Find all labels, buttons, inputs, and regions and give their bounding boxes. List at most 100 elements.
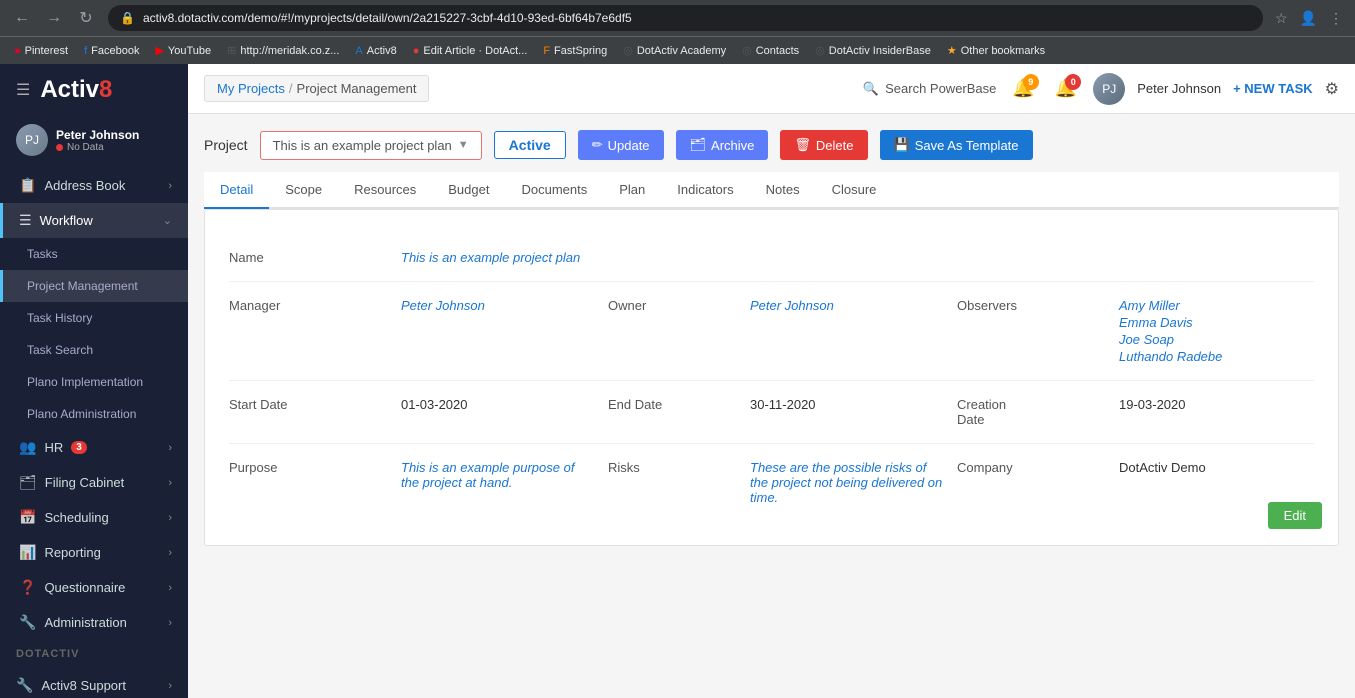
- tabs-bar: Detail Scope Resources Budget Documents …: [204, 172, 1339, 209]
- edit-button[interactable]: Edit: [1268, 502, 1322, 529]
- forward-button[interactable]: →: [40, 4, 68, 32]
- sidebar-item-plano-administration[interactable]: Plano Administration: [0, 398, 188, 430]
- tab-plan[interactable]: Plan: [603, 172, 661, 209]
- bookmarks-bar: ● Pinterest f Facebook ▶ YouTube ⊞ http:…: [0, 36, 1355, 64]
- tab-resources[interactable]: Resources: [338, 172, 432, 209]
- user-status: No Data: [56, 142, 139, 153]
- end-date-value: 30-11-2020: [750, 397, 945, 412]
- tab-closure[interactable]: Closure: [816, 172, 893, 209]
- bookmark-activ8[interactable]: A Activ8: [349, 43, 402, 59]
- delete-icon: 🗑: [794, 137, 811, 153]
- start-date-label: Start Date: [229, 397, 389, 412]
- sidebar-item-project-management[interactable]: Project Management: [0, 270, 188, 302]
- project-label: Project: [204, 137, 248, 153]
- url-text: activ8.dotactiv.com/demo/#!/myprojects/d…: [143, 11, 632, 25]
- detail-row-purpose: Purpose This is an example purpose of th…: [229, 444, 1314, 521]
- filing-cabinet-icon: 🗂: [19, 474, 37, 491]
- scheduling-icon: 📅: [19, 509, 36, 526]
- sidebar-item-workflow[interactable]: ☰ Workflow ⌄: [0, 203, 188, 238]
- main-content: My Projects / Project Management 🔍 Searc…: [188, 64, 1355, 698]
- status-dot: [56, 144, 63, 151]
- sidebar-item-filing-cabinet[interactable]: 🗂 Filing Cabinet ›: [0, 465, 188, 500]
- tab-documents[interactable]: Documents: [505, 172, 603, 209]
- browser-nav: ← → ↻: [8, 4, 100, 32]
- notif-count-2: 0: [1065, 74, 1081, 90]
- bookmark-insiderbase[interactable]: ◎ DotActiv InsiderBase: [809, 42, 937, 59]
- bookmark-meridak[interactable]: ⊞ http://meridak.co.z...: [221, 42, 345, 59]
- sidebar-item-questionnaire[interactable]: ❓ Questionnaire ›: [0, 570, 188, 605]
- sidebar-item-task-history[interactable]: Task History: [0, 302, 188, 334]
- settings-icon[interactable]: ⚙: [1325, 79, 1339, 99]
- sidebar-item-plano-implementation[interactable]: Plano Implementation: [0, 366, 188, 398]
- sidebar-item-hr[interactable]: 👥 HR 3 ›: [0, 430, 188, 465]
- update-button[interactable]: ✏ Update: [578, 130, 664, 160]
- sidebar-item-scheduling[interactable]: 📅 Scheduling ›: [0, 500, 188, 535]
- manager-label: Manager: [229, 298, 389, 313]
- project-header: Project This is an example project plan …: [204, 130, 1339, 160]
- owner-value: Peter Johnson: [750, 298, 945, 313]
- archive-button[interactable]: 🗂 Archive: [676, 130, 769, 160]
- end-date-label: End Date: [608, 397, 738, 412]
- chevron-down-icon: ⌄: [163, 214, 172, 227]
- risks-label: Risks: [608, 460, 738, 475]
- tab-budget[interactable]: Budget: [432, 172, 505, 209]
- delete-button[interactable]: 🗑 Delete: [780, 130, 867, 160]
- tab-detail[interactable]: Detail: [204, 172, 269, 209]
- sidebar-item-administration[interactable]: 🔧 Administration ›: [0, 605, 188, 640]
- detail-card: Name This is an example project plan Man…: [204, 209, 1339, 546]
- bookmark-pinterest[interactable]: ● Pinterest: [8, 43, 74, 59]
- reload-button[interactable]: ↻: [72, 4, 100, 32]
- bookmark-dotactiv-academy[interactable]: ◎ DotActiv Academy: [617, 42, 732, 59]
- back-button[interactable]: ←: [8, 4, 36, 32]
- observer-4: Luthando Radebe: [1119, 349, 1314, 364]
- star-icon[interactable]: ☆: [1271, 6, 1292, 31]
- sidebar-item-tasks[interactable]: Tasks: [0, 238, 188, 270]
- lock-icon: 🔒: [120, 11, 135, 25]
- browser-chrome: ← → ↻ 🔒 activ8.dotactiv.com/demo/#!/mypr…: [0, 0, 1355, 36]
- sidebar: ☰ Activ8 PJ Peter Johnson No Data 📋: [0, 64, 188, 698]
- risks-value: These are the possible risks of the proj…: [750, 460, 945, 505]
- manager-value: Peter Johnson: [401, 298, 596, 313]
- sidebar-nav: 📋 Address Book › ☰ Workflow ⌄ Tasks Proj…: [0, 168, 188, 640]
- browser-right: ☆ 👤 ⋮: [1271, 6, 1347, 31]
- questionnaire-icon: ❓: [19, 579, 36, 596]
- name-value: This is an example project plan: [401, 250, 580, 265]
- chevron-right-icon2: ›: [168, 477, 172, 489]
- new-task-button[interactable]: + NEW TASK: [1233, 81, 1313, 96]
- search-powerbase[interactable]: 🔍 Search PowerBase: [863, 81, 996, 97]
- hamburger-icon[interactable]: ☰: [16, 80, 30, 100]
- menu-dots-icon[interactable]: ⋮: [1325, 6, 1347, 31]
- tab-notes[interactable]: Notes: [750, 172, 816, 209]
- owner-label: Owner: [608, 298, 738, 313]
- avatar: PJ: [16, 124, 48, 156]
- sidebar-item-address-book[interactable]: 📋 Address Book ›: [0, 168, 188, 203]
- sidebar-item-activ8-support[interactable]: 🔧 Activ8 Support ›: [0, 668, 188, 698]
- profile-icon[interactable]: 👤: [1296, 6, 1321, 31]
- project-dropdown[interactable]: This is an example project plan ▼: [260, 131, 482, 160]
- dropdown-value: This is an example project plan: [273, 138, 452, 153]
- bookmark-facebook[interactable]: f Facebook: [78, 43, 145, 59]
- sidebar-item-task-search[interactable]: Task Search: [0, 334, 188, 366]
- address-bar[interactable]: 🔒 activ8.dotactiv.com/demo/#!/myprojects…: [108, 5, 1263, 31]
- save-template-button[interactable]: 💾 Save As Template: [880, 130, 1033, 160]
- bookmark-edit-article[interactable]: ● Edit Article · DotAct...: [407, 43, 534, 59]
- bookmark-contacts[interactable]: ◎ Contacts: [736, 42, 805, 59]
- chevron-icon: ›: [168, 180, 172, 192]
- bookmark-other[interactable]: ★ Other bookmarks: [941, 42, 1051, 59]
- tab-indicators[interactable]: Indicators: [661, 172, 749, 209]
- header-avatar[interactable]: PJ: [1093, 73, 1125, 105]
- breadcrumb-link[interactable]: My Projects: [217, 81, 285, 96]
- tab-scope[interactable]: Scope: [269, 172, 338, 209]
- search-icon: 🔍: [863, 81, 879, 97]
- notification-bell-2[interactable]: 🔔 0: [1051, 74, 1081, 103]
- address-book-icon: 📋: [19, 177, 36, 194]
- bookmark-fastspring[interactable]: F FastSpring: [537, 43, 613, 59]
- sidebar-item-reporting[interactable]: 📊 Reporting ›: [0, 535, 188, 570]
- chevron-right-icon4: ›: [168, 547, 172, 559]
- detail-row-dates: Start Date 01-03-2020 End Date 30-11-202…: [229, 381, 1314, 444]
- notification-bell-1[interactable]: 🔔 9: [1008, 74, 1038, 103]
- logo-accent: 8: [99, 76, 112, 103]
- detail-row-name: Name This is an example project plan: [229, 234, 1314, 282]
- start-date-value: 01-03-2020: [401, 397, 596, 412]
- bookmark-youtube[interactable]: ▶ YouTube: [149, 42, 217, 59]
